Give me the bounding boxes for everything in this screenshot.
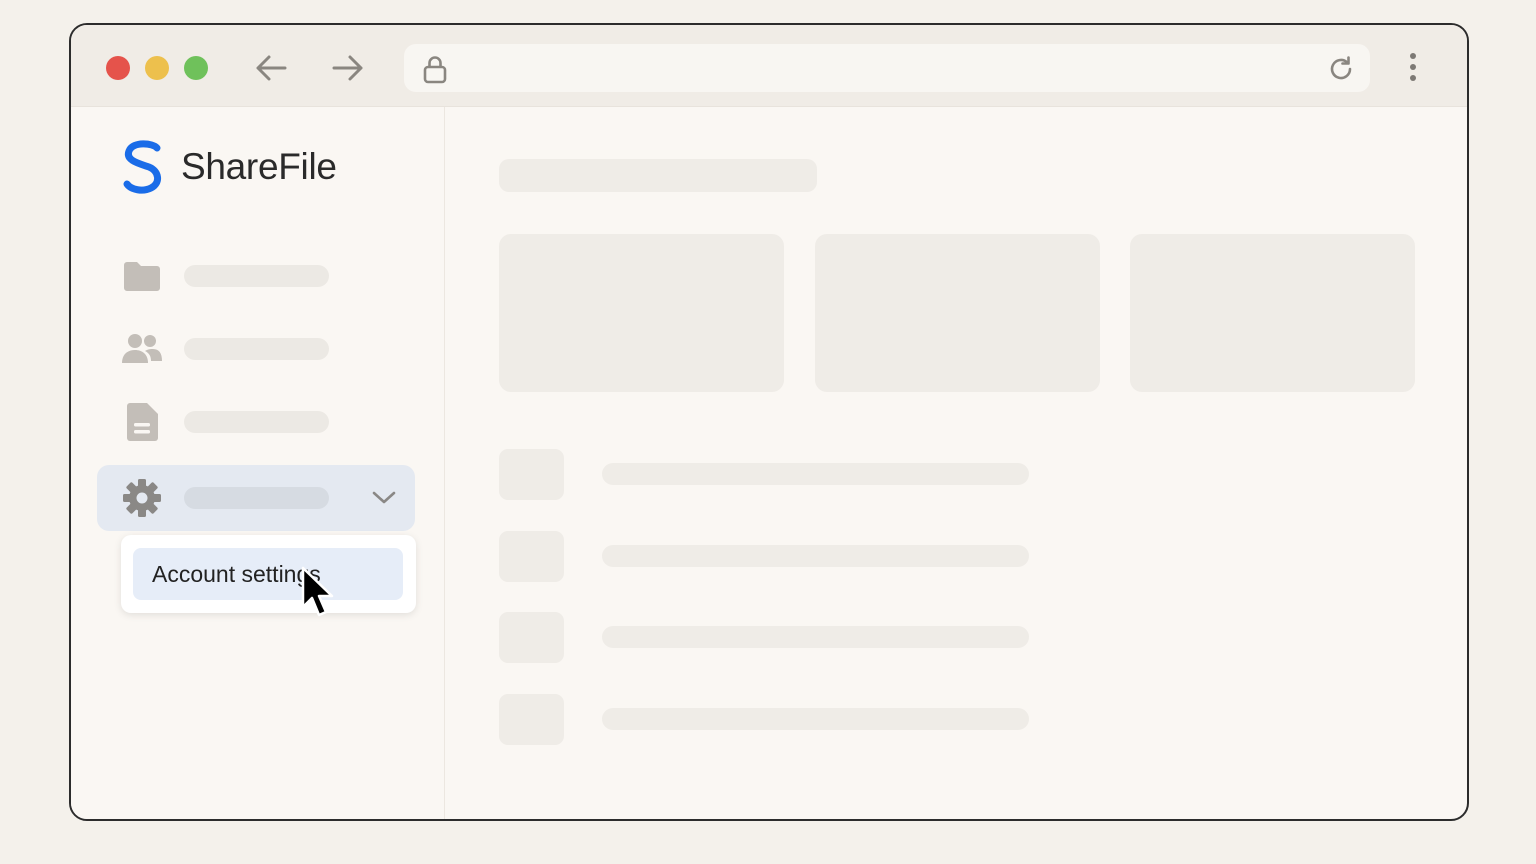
gear-icon	[121, 477, 163, 519]
browser-menu-button[interactable]	[1401, 49, 1425, 85]
main-content	[445, 107, 1467, 819]
sidebar: ShareFile Account settings	[71, 107, 445, 819]
list-item-thumbnail-placeholder	[499, 449, 564, 500]
close-window-button[interactable]	[106, 56, 130, 80]
folder-icon	[121, 255, 163, 297]
card-placeholder	[1130, 234, 1415, 392]
sharefile-logo-icon	[123, 140, 161, 194]
card-placeholder	[815, 234, 1100, 392]
settings-dropdown-menu: Account settings	[121, 535, 416, 613]
mouse-cursor-icon	[301, 566, 334, 617]
browser-toolbar	[71, 25, 1467, 107]
sidebar-item-label-placeholder	[184, 338, 329, 360]
logo-text: ShareFile	[181, 146, 337, 187]
lock-icon	[423, 56, 447, 84]
document-icon	[121, 401, 163, 443]
more-vertical-icon	[1410, 53, 1416, 81]
list-item-thumbnail-placeholder	[499, 612, 564, 663]
people-icon	[121, 328, 163, 370]
account-settings-menu-item[interactable]: Account settings	[133, 548, 403, 600]
sidebar-item-label-placeholder	[184, 487, 329, 509]
browser-window: ShareFile Account settings	[69, 23, 1469, 821]
list-item-text-placeholder	[602, 708, 1029, 730]
list-item-text-placeholder	[602, 463, 1029, 485]
list-item-text-placeholder	[602, 545, 1029, 567]
address-bar[interactable]	[404, 44, 1370, 92]
page-title-placeholder	[499, 159, 817, 192]
card-placeholder	[499, 234, 784, 392]
sidebar-item-settings[interactable]	[97, 465, 415, 531]
sidebar-item-people[interactable]	[97, 316, 415, 382]
minimize-window-button[interactable]	[145, 56, 169, 80]
forward-arrow-icon	[332, 55, 363, 81]
sidebar-item-label-placeholder	[184, 265, 329, 287]
back-arrow-icon	[256, 55, 287, 81]
back-button[interactable]	[253, 51, 289, 85]
reload-icon[interactable]	[1326, 54, 1356, 84]
sidebar-item-files[interactable]	[97, 243, 415, 309]
sidebar-item-label-placeholder	[184, 411, 329, 433]
list-item-text-placeholder	[602, 626, 1029, 648]
sidebar-item-documents[interactable]	[97, 389, 415, 455]
account-settings-label: Account settings	[152, 560, 321, 587]
forward-button[interactable]	[330, 51, 366, 85]
list-item-thumbnail-placeholder	[499, 531, 564, 582]
sharefile-logo[interactable]: ShareFile	[121, 139, 337, 195]
list-item-thumbnail-placeholder	[499, 694, 564, 745]
maximize-window-button[interactable]	[184, 56, 208, 80]
chevron-down-icon[interactable]	[371, 490, 397, 506]
